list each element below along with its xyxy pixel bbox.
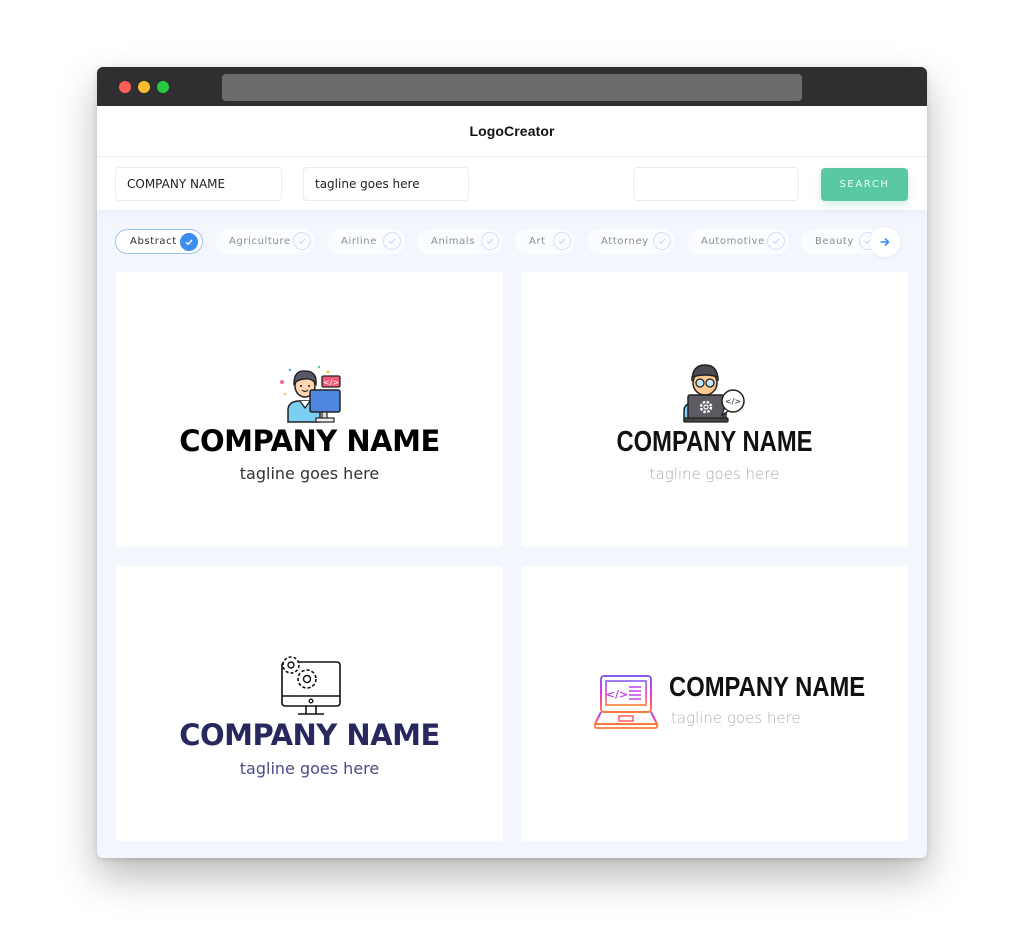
category-chip-art[interactable]: Art bbox=[515, 229, 575, 254]
monitor-with-gears-icon bbox=[281, 656, 341, 715]
browser-titlebar bbox=[97, 67, 927, 106]
tagline-text: tagline goes here bbox=[239, 464, 380, 483]
maximize-window-button[interactable] bbox=[157, 81, 169, 93]
developer-at-computer-icon: </> bbox=[280, 365, 341, 423]
address-bar[interactable] bbox=[222, 74, 802, 101]
next-categories-button[interactable] bbox=[870, 227, 900, 257]
company-name-text: COMPANY NAME bbox=[616, 426, 813, 458]
app-header: LogoCreator bbox=[97, 106, 927, 157]
category-chip-airline[interactable]: Airline bbox=[327, 229, 405, 254]
category-chip-beauty[interactable]: Beauty bbox=[801, 229, 881, 254]
browser-window: LogoCreator COMPANY NAME tagline goes he… bbox=[97, 67, 927, 858]
check-icon bbox=[653, 232, 671, 250]
category-chip-abstract[interactable]: Abstract bbox=[115, 229, 203, 254]
category-label: Beauty bbox=[815, 236, 854, 247]
category-chip-automotive[interactable]: Automotive bbox=[687, 229, 789, 254]
category-label: Automotive bbox=[701, 236, 765, 247]
tagline-text: tagline goes here bbox=[649, 465, 780, 483]
category-label: Agriculture bbox=[229, 236, 291, 247]
company-name-input[interactable]: COMPANY NAME bbox=[115, 167, 282, 201]
app-title: LogoCreator bbox=[469, 123, 555, 139]
search-button[interactable]: SEARCH bbox=[821, 168, 908, 201]
svg-text:</>: </> bbox=[725, 397, 741, 406]
category-label: Art bbox=[529, 236, 546, 247]
tagline-input[interactable]: tagline goes here bbox=[303, 167, 469, 201]
logo-card[interactable]: </> COMPANY NAME tagline goes here bbox=[521, 566, 908, 841]
company-name-text: COMPANY NAME bbox=[179, 718, 440, 752]
logo-card[interactable]: COMPANY NAME tagline goes here bbox=[116, 566, 503, 841]
svg-text:</>: </> bbox=[323, 378, 339, 387]
close-window-button[interactable] bbox=[119, 81, 131, 93]
search-input[interactable] bbox=[633, 167, 799, 201]
logo-card[interactable]: </> COMPANY NAME tagline goes here bbox=[521, 272, 908, 547]
company-name-text: COMPANY NAME bbox=[179, 424, 440, 458]
check-icon bbox=[553, 232, 571, 250]
tagline-text: tagline goes here bbox=[671, 709, 801, 727]
check-icon bbox=[383, 232, 401, 250]
minimize-window-button[interactable] bbox=[138, 81, 150, 93]
category-label: Attorney bbox=[601, 236, 649, 247]
category-label: Animals bbox=[431, 236, 476, 247]
check-icon bbox=[481, 232, 499, 250]
check-icon bbox=[767, 232, 785, 250]
logo-card[interactable]: </> COMPANY NAME tagline goes here bbox=[116, 272, 503, 547]
laptop-code-gradient-icon: </> bbox=[593, 675, 659, 729]
hacker-with-laptop-icon: </> bbox=[683, 364, 745, 423]
category-chip-attorney[interactable]: Attorney bbox=[587, 229, 675, 254]
category-filter-bar: Abstract Agriculture Airline Animals Art… bbox=[115, 227, 915, 257]
arrow-right-icon bbox=[880, 238, 890, 246]
category-label: Airline bbox=[341, 236, 377, 247]
category-chip-agriculture[interactable]: Agriculture bbox=[215, 229, 315, 254]
category-label: Abstract bbox=[130, 236, 177, 247]
tagline-text: tagline goes here bbox=[239, 759, 380, 778]
check-icon bbox=[293, 232, 311, 250]
check-icon bbox=[180, 233, 198, 251]
company-name-text: COMPANY NAME bbox=[669, 671, 866, 702]
search-bar: COMPANY NAME tagline goes here SEARCH bbox=[97, 157, 927, 210]
category-chip-animals[interactable]: Animals bbox=[417, 229, 503, 254]
svg-text:</>: </> bbox=[606, 688, 628, 701]
